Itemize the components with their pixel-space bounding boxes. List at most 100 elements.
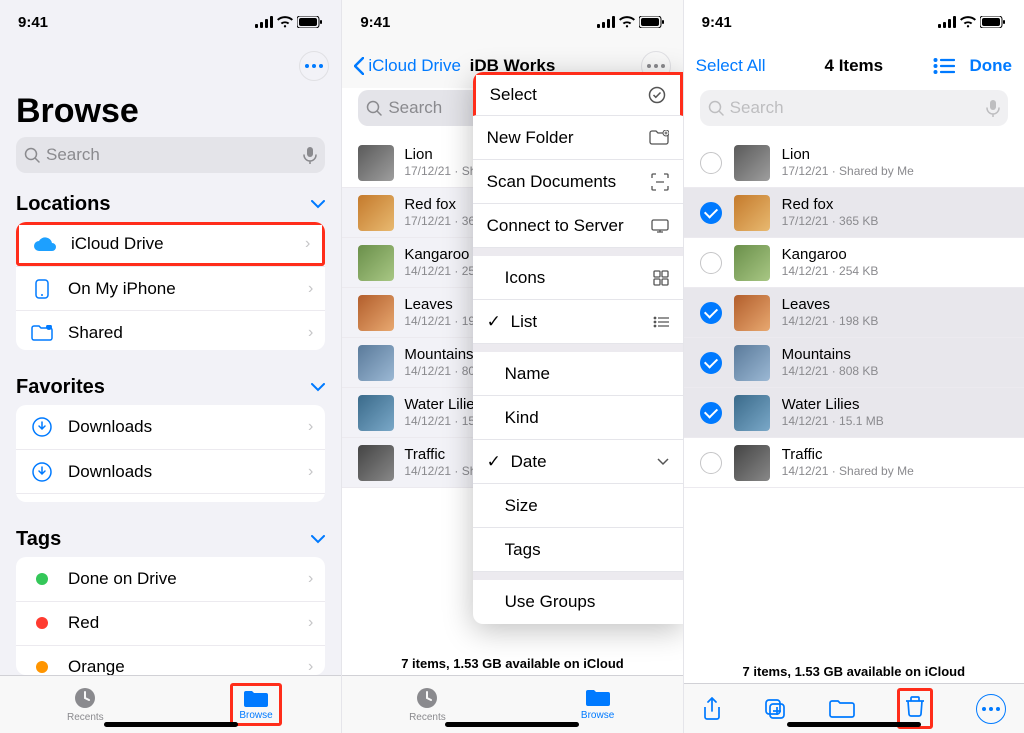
search-icon: [708, 100, 724, 116]
menu-sort-kind[interactable]: Kind: [473, 396, 683, 440]
menu-sort-name[interactable]: Name: [473, 352, 683, 396]
file-thumbnail: [358, 445, 394, 481]
tag-item[interactable]: Red›: [16, 601, 325, 645]
file-row[interactable]: Red fox 17/12/21 · 365 KB: [684, 188, 1024, 238]
nav-bar: [0, 44, 341, 88]
download-circle-icon: [32, 417, 52, 437]
trash-icon[interactable]: [905, 695, 925, 717]
favorite-downloads[interactable]: Downloads›: [16, 493, 325, 501]
cellular-icon: [597, 16, 615, 28]
location-shared[interactable]: Shared ›: [16, 310, 325, 350]
mic-icon[interactable]: [303, 146, 317, 164]
file-title: Red fox: [782, 196, 879, 214]
section-favorites[interactable]: Favorites: [0, 368, 341, 405]
file-title: Lion: [782, 146, 914, 164]
search-input[interactable]: [46, 145, 297, 165]
location-on-my-iphone[interactable]: On My iPhone ›: [16, 266, 325, 310]
location-label: Shared: [68, 323, 296, 343]
done-button[interactable]: Done: [969, 56, 1012, 76]
tag-item[interactable]: Done on Drive›: [16, 557, 325, 601]
status-icons: [255, 16, 323, 28]
file-row[interactable]: Lion 17/12/21 · Shared by Me: [684, 138, 1024, 188]
tag-label: Done on Drive: [68, 569, 296, 589]
duplicate-icon[interactable]: [764, 698, 786, 720]
tab-label: Browse: [581, 710, 614, 721]
file-row[interactable]: Leaves 14/12/21 · 198 KB: [684, 288, 1024, 338]
favorite-downloads[interactable]: Downloads›: [16, 449, 325, 493]
folder-shared-icon: [31, 325, 53, 341]
menu-icons-view[interactable]: Icons: [473, 256, 683, 300]
chevron-down-icon: [311, 383, 325, 392]
page-title: Browse: [0, 88, 341, 137]
tab-label: Recents: [409, 712, 446, 723]
mic-icon[interactable]: [986, 99, 1000, 117]
back-button[interactable]: iCloud Drive: [354, 56, 461, 76]
selection-checkbox[interactable]: [700, 252, 722, 274]
menu-sort-size[interactable]: Size: [473, 484, 683, 528]
menu-label: Select: [490, 85, 537, 105]
clock-icon: [73, 686, 97, 710]
file-row[interactable]: Water Lilies 14/12/21 · 15.1 MB: [684, 388, 1024, 438]
menu-scan-documents[interactable]: Scan Documents: [473, 160, 683, 204]
file-row[interactable]: Traffic 14/12/21 · Shared by Me: [684, 438, 1024, 488]
file-thumbnail: [734, 395, 770, 431]
file-subtitle: 14/12/21 · 254 KB: [782, 264, 879, 278]
file-title: Leaves: [782, 296, 879, 314]
ellipsis-icon: [305, 64, 323, 68]
home-indicator[interactable]: [445, 722, 579, 727]
selection-checkbox[interactable]: [700, 302, 722, 324]
menu-label: Size: [487, 496, 538, 516]
chevron-down-icon: [311, 200, 325, 209]
search-input[interactable]: [730, 98, 980, 118]
location-icloud-drive[interactable]: iCloud Drive ›: [16, 222, 325, 266]
status-bar: 9:41: [0, 0, 341, 44]
selection-checkbox[interactable]: [700, 352, 722, 374]
favorite-downloads[interactable]: Downloads›: [16, 405, 325, 449]
home-indicator[interactable]: [787, 722, 921, 727]
menu-sort-tags[interactable]: Tags: [473, 528, 683, 572]
selection-checkbox[interactable]: [700, 452, 722, 474]
search-bar[interactable]: [16, 137, 325, 173]
search-bar[interactable]: [700, 90, 1008, 126]
selection-checkbox[interactable]: [700, 152, 722, 174]
move-folder-icon[interactable]: [829, 699, 855, 719]
menu-label: Icons: [487, 268, 546, 288]
status-icons: [938, 16, 1006, 28]
tag-item[interactable]: Orange›: [16, 645, 325, 675]
home-indicator[interactable]: [104, 722, 238, 727]
file-row[interactable]: Kangaroo 14/12/21 · 254 KB: [684, 238, 1024, 288]
server-icon: [651, 219, 669, 233]
section-label: Favorites: [16, 376, 105, 399]
footer-info: 7 items, 1.53 GB available on iCloud: [342, 644, 682, 675]
file-subtitle: 17/12/21 · Shared by Me: [782, 164, 914, 178]
menu-select[interactable]: Select: [473, 72, 683, 116]
more-button[interactable]: [299, 51, 329, 81]
file-thumbnail: [358, 345, 394, 381]
battery-icon: [297, 16, 323, 28]
section-tags[interactable]: Tags: [0, 520, 341, 557]
select-all-button[interactable]: Select All: [696, 56, 766, 76]
folder-plus-icon: [649, 130, 669, 146]
chevron-down-icon: [657, 458, 669, 466]
list-icon[interactable]: [933, 58, 955, 74]
share-icon[interactable]: [702, 697, 722, 721]
location-label: iCloud Drive: [71, 234, 293, 254]
more-button[interactable]: [976, 694, 1006, 724]
selection-checkbox[interactable]: [700, 202, 722, 224]
file-row[interactable]: Mountains 14/12/21 · 808 KB: [684, 338, 1024, 388]
view-options-popover: Select New Folder Scan Documents Connect…: [473, 72, 683, 624]
file-thumbnail: [358, 245, 394, 281]
selection-checkbox[interactable]: [700, 402, 722, 424]
menu-label: New Folder: [487, 128, 574, 148]
clock-icon: [415, 686, 439, 710]
section-locations[interactable]: Locations: [0, 185, 341, 222]
cloud-icon: [33, 236, 57, 252]
menu-connect-server[interactable]: Connect to Server: [473, 204, 683, 248]
menu-sort-date[interactable]: ✓Date: [473, 440, 683, 484]
file-title: Kangaroo: [782, 246, 879, 264]
menu-use-groups[interactable]: Use Groups: [473, 580, 683, 624]
file-subtitle: 14/12/21 · 808 KB: [782, 364, 879, 378]
menu-new-folder[interactable]: New Folder: [473, 116, 683, 160]
menu-list-view[interactable]: ✓List: [473, 300, 683, 344]
status-bar: 9:41: [342, 0, 682, 44]
